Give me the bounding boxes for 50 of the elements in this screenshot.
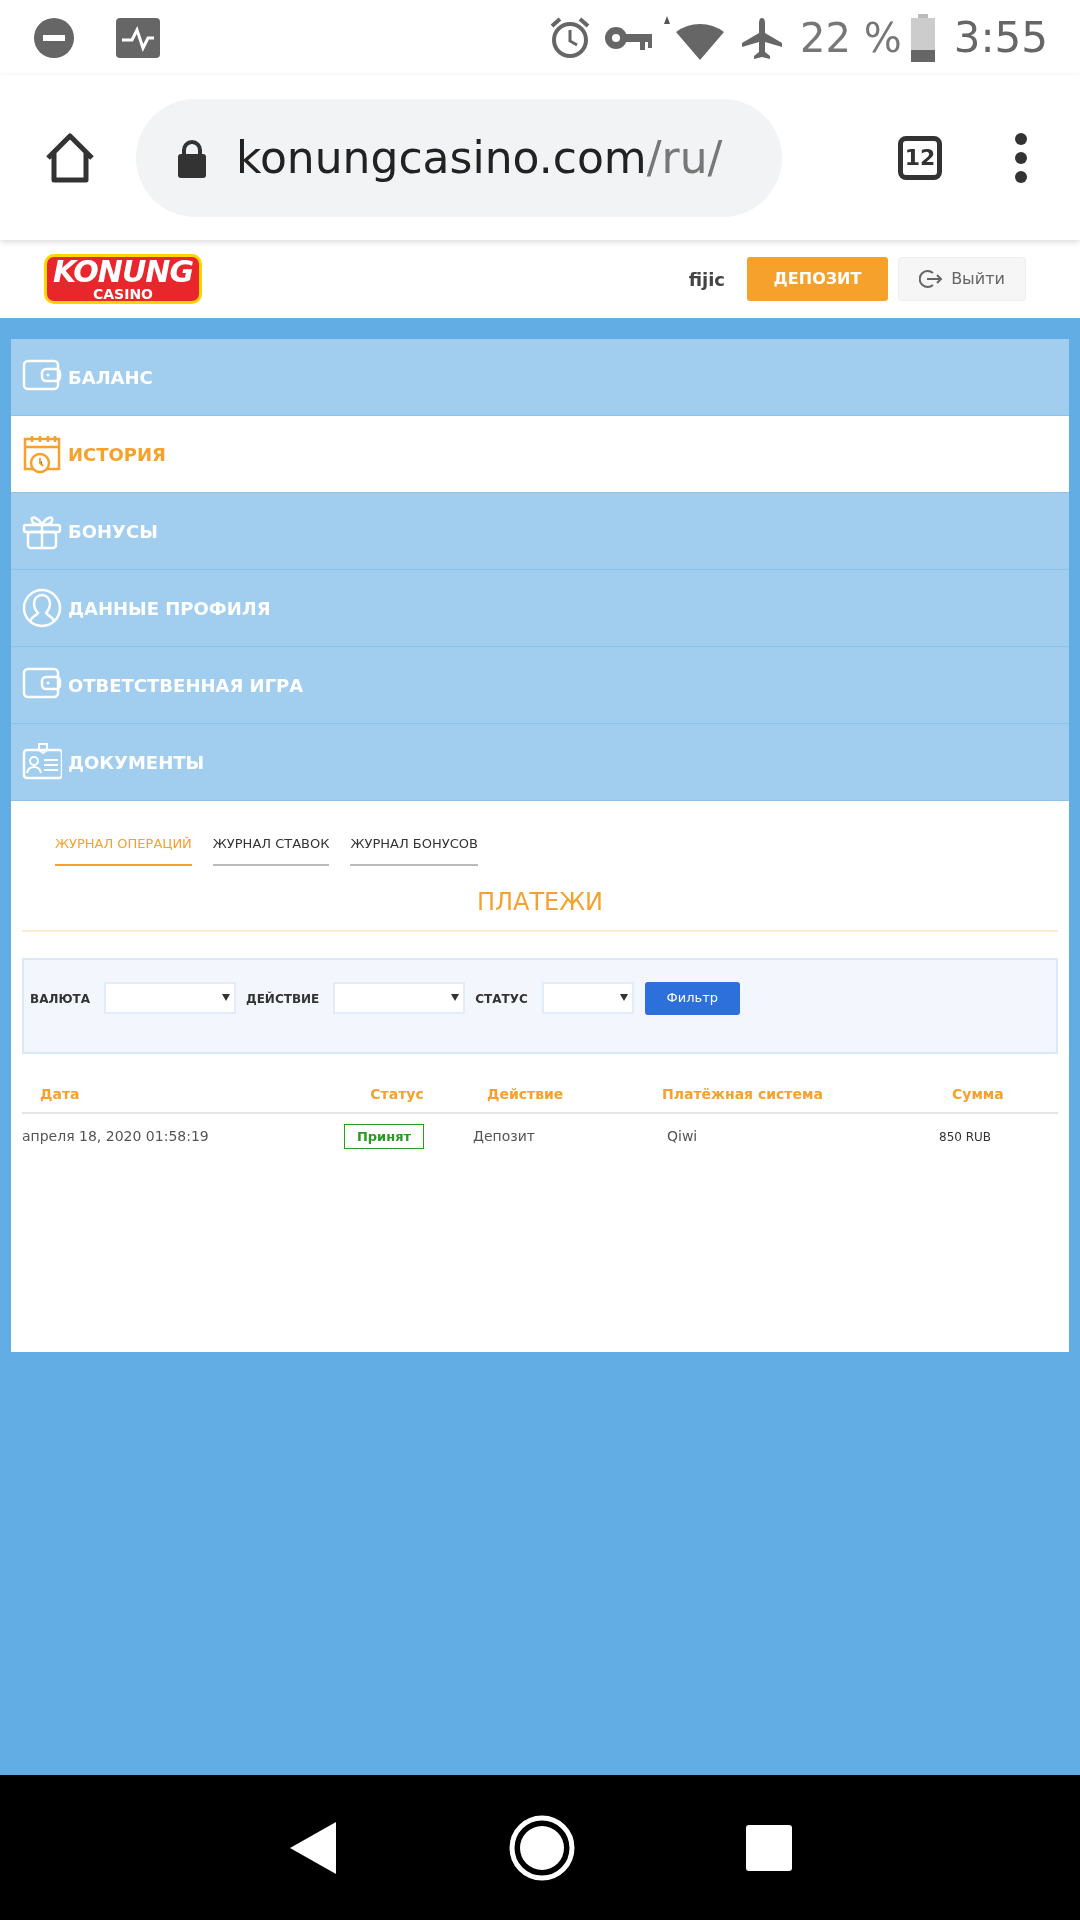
filter-label: СТАТУС [475, 990, 528, 1008]
column-header: Статус [370, 1085, 424, 1102]
deposit-button[interactable]: ДЕПОЗИТ [747, 257, 888, 301]
recents-button[interactable] [746, 1824, 792, 1871]
status-badge: Принят [343, 1123, 425, 1150]
calendar-clock-icon [22, 434, 62, 474]
table-cell: Депозит [473, 1128, 535, 1144]
logout-icon [919, 269, 944, 289]
table-cell: Qiwi [667, 1128, 698, 1144]
tab[interactable]: ЖУРНАЛ ОПЕРАЦИЙ [55, 834, 192, 866]
tab[interactable]: ЖУРНАЛ СТАВОК [212, 834, 330, 866]
sidebar-item[interactable]: ДОКУМЕНТЫ [11, 724, 1069, 801]
sidebar-item[interactable]: БОНУСЫ [11, 493, 1069, 570]
user-icon [22, 588, 62, 628]
url-text: konungcasino.com/ru/ [236, 130, 723, 185]
battery-percent: 22 % [800, 13, 902, 63]
caret-icon [451, 994, 460, 1001]
sidebar-item[interactable]: ОТВЕТСТВЕННАЯ ИГРА [11, 647, 1069, 724]
more-menu-button[interactable] [1014, 132, 1028, 183]
clock-time: 3:55 [953, 12, 1048, 64]
site-logo[interactable]: KONUNG CASINO [44, 254, 203, 304]
column-header: Дата [40, 1085, 80, 1102]
filter-label: ДЕЙСТВИЕ [245, 990, 320, 1008]
home-nav-button[interactable] [508, 1813, 576, 1882]
lock-icon [176, 137, 208, 178]
wifi-icon [662, 15, 727, 60]
address-bar[interactable]: konungcasino.com/ru/ [136, 98, 782, 217]
id-card-icon [22, 742, 62, 782]
sidebar-item[interactable]: ДАННЫЕ ПРОФИЛЯ [11, 570, 1069, 647]
do-not-disturb-icon [32, 15, 76, 60]
back-button[interactable] [288, 1819, 338, 1876]
airplane-icon [740, 15, 785, 60]
sidebar-item[interactable]: БАЛАНС [11, 339, 1069, 416]
column-header: Действие [487, 1085, 564, 1102]
caret-icon [619, 994, 628, 1001]
table-cell: 850 RUB [939, 1129, 992, 1144]
column-header: Сумма [952, 1085, 1004, 1102]
section-title: ПЛАТЕЖИ [476, 887, 604, 916]
username: fijic [688, 267, 725, 292]
filter-button[interactable]: Фильтр [644, 981, 740, 1015]
tab-count-button[interactable]: 12 [898, 135, 942, 180]
filter-label: ВАЛЮТА [30, 990, 90, 1008]
column-header: Платёжная система [662, 1085, 823, 1102]
caret-icon [221, 994, 230, 1001]
battery-icon [909, 13, 936, 62]
logout-button[interactable]: Выйти [898, 257, 1026, 301]
tab[interactable]: ЖУРНАЛ БОНУСОВ [350, 834, 478, 866]
sidebar-item[interactable]: ИСТОРИЯ [11, 416, 1069, 493]
activity-icon [114, 15, 162, 60]
table-cell: апреля 18, 2020 01:58:19 [22, 1128, 209, 1144]
